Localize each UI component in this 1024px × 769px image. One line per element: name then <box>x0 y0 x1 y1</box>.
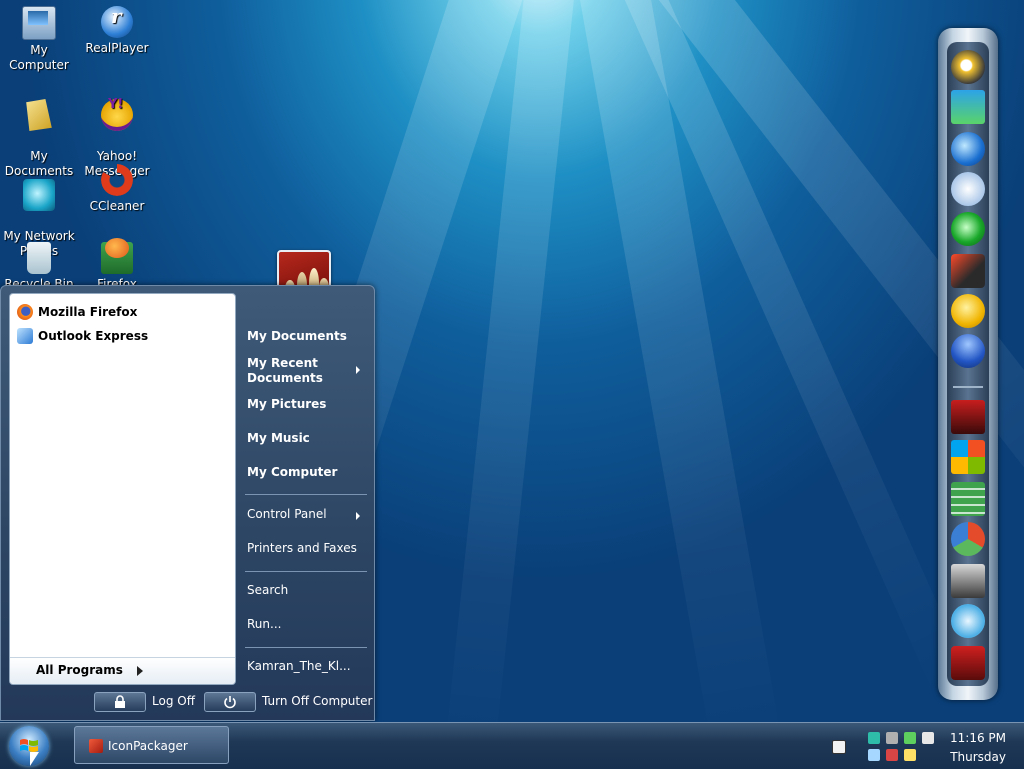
yahoo-messenger-icon <box>101 97 133 131</box>
internet-explorer-dock-icon[interactable] <box>951 212 985 246</box>
lock-icon <box>115 695 125 708</box>
taskbar: IconPackager 11:16 PM Thursday <box>0 722 1024 769</box>
menu-item-label: Control Panel <box>247 507 327 521</box>
recycle-bin-icon <box>27 242 51 274</box>
globe-dock-icon[interactable] <box>951 132 985 166</box>
update-tray-icon[interactable] <box>904 732 916 744</box>
paper-plane-dock-icon[interactable] <box>951 172 985 206</box>
network-dock-icon[interactable] <box>951 604 985 638</box>
menu-item-label: My Recent <box>247 356 318 370</box>
desktop: My Computer RealPlayer My Documents Yaho… <box>0 0 1024 722</box>
outlook-express-icon <box>17 328 33 344</box>
menu-separator <box>245 571 367 572</box>
menu-item-printers-and-faxes[interactable]: Printers and Faxes <box>247 541 357 556</box>
dock-track <box>947 42 989 686</box>
start-menu: Mozilla Firefox Outlook Express All Prog… <box>0 285 375 721</box>
programs-pane: Mozilla Firefox Outlook Express All Prog… <box>9 293 236 685</box>
media-player-dock-icon[interactable] <box>951 50 985 84</box>
menu-item-my-computer[interactable]: My Computer <box>247 465 337 480</box>
log-off-button[interactable] <box>94 692 146 712</box>
media-clip-dock-icon[interactable] <box>951 254 985 288</box>
turn-off-label[interactable]: Turn Off Computer <box>262 694 372 708</box>
butterfly-dock-icon[interactable] <box>951 522 985 556</box>
clock-day: Thursday <box>950 750 1006 764</box>
submenu-arrow-icon <box>356 366 360 374</box>
language-tray-icon[interactable] <box>868 749 880 761</box>
keyboard-layout-icon[interactable] <box>832 740 846 754</box>
all-programs-label: All Programs <box>36 663 123 677</box>
arrow-right-icon <box>137 666 143 676</box>
submenu-arrow-icon <box>356 512 360 520</box>
menu-item-my-music[interactable]: My Music <box>247 431 310 446</box>
menu-item-my-pictures[interactable]: My Pictures <box>247 397 326 412</box>
display-tray-icon[interactable] <box>922 732 934 744</box>
all-programs-button[interactable]: All Programs <box>10 657 235 684</box>
realplayer-icon <box>101 6 133 38</box>
ccleaner-icon <box>101 164 133 196</box>
pinned-item-label: Mozilla Firefox <box>38 305 138 319</box>
taskbar-button-iconpackager[interactable]: IconPackager <box>74 726 229 764</box>
books-dock-icon[interactable] <box>951 482 985 516</box>
dock-separator <box>953 386 983 388</box>
desktop-icon-ccleaner[interactable]: CCleaner <box>78 162 156 214</box>
start-menu-footer: Log Off Turn Off Computer <box>1 684 374 720</box>
menu-item-label: Documents <box>247 371 323 385</box>
firefox-setup-icon <box>101 238 133 274</box>
clock-time: 11:16 PM <box>950 731 1006 745</box>
menu-item-search[interactable]: Search <box>247 583 288 598</box>
menu-separator <box>245 494 367 495</box>
icon-dock <box>938 28 998 700</box>
clock[interactable]: 11:16 PM Thursday <box>950 729 1006 767</box>
desktop-icon-label: My Computer <box>9 43 69 72</box>
network-places-icon <box>23 179 55 211</box>
power-icon <box>224 696 236 709</box>
menu-item-my-documents[interactable]: My Documents <box>247 329 347 344</box>
computer-icon <box>22 6 56 40</box>
firefox-icon <box>17 304 33 320</box>
usb-tray-icon[interactable] <box>886 732 898 744</box>
game-dock-icon[interactable] <box>951 400 985 434</box>
desktop-icon-label: CCleaner <box>89 199 145 213</box>
menu-item-my-recent-documents[interactable]: My Recent Documents <box>247 356 365 386</box>
start-button[interactable] <box>9 726 49 766</box>
volume-tray-icon[interactable] <box>904 749 916 761</box>
pinned-item-label: Outlook Express <box>38 329 149 343</box>
iconpackager-icon <box>89 739 103 753</box>
pinned-item-outlook-express[interactable]: Outlook Express <box>17 326 148 346</box>
messenger-dock-icon[interactable] <box>951 334 985 368</box>
taskbar-button-label: IconPackager <box>108 739 188 753</box>
desktop-icon-label: RealPlayer <box>85 41 149 55</box>
menu-separator <box>245 647 367 648</box>
log-off-label[interactable]: Log Off <box>152 694 195 708</box>
character-dock-icon[interactable] <box>951 646 985 680</box>
mouse-cursor-icon <box>30 752 39 766</box>
network-tray-icon[interactable] <box>868 732 880 744</box>
smiley-dock-icon[interactable] <box>951 294 985 328</box>
antivirus-tray-icon[interactable] <box>886 749 898 761</box>
windows-flag-dock-icon[interactable] <box>951 440 985 474</box>
system-tray: 11:16 PM Thursday <box>826 726 1024 766</box>
pinned-item-firefox[interactable]: Mozilla Firefox <box>17 302 137 322</box>
documents-folder-icon <box>26 99 52 131</box>
turn-off-button[interactable] <box>204 692 256 712</box>
desktop-icon-my-computer[interactable]: My Computer <box>0 4 78 73</box>
desktop-icon-realplayer[interactable]: RealPlayer <box>78 4 156 56</box>
menu-item-run[interactable]: Run... <box>247 617 281 632</box>
menu-item-user[interactable]: Kamran_The_Kl... <box>247 659 351 674</box>
menu-item-control-panel[interactable]: Control Panel <box>247 507 365 522</box>
printer-dock-icon[interactable] <box>951 564 985 598</box>
monitor-dock-icon[interactable] <box>951 90 985 124</box>
